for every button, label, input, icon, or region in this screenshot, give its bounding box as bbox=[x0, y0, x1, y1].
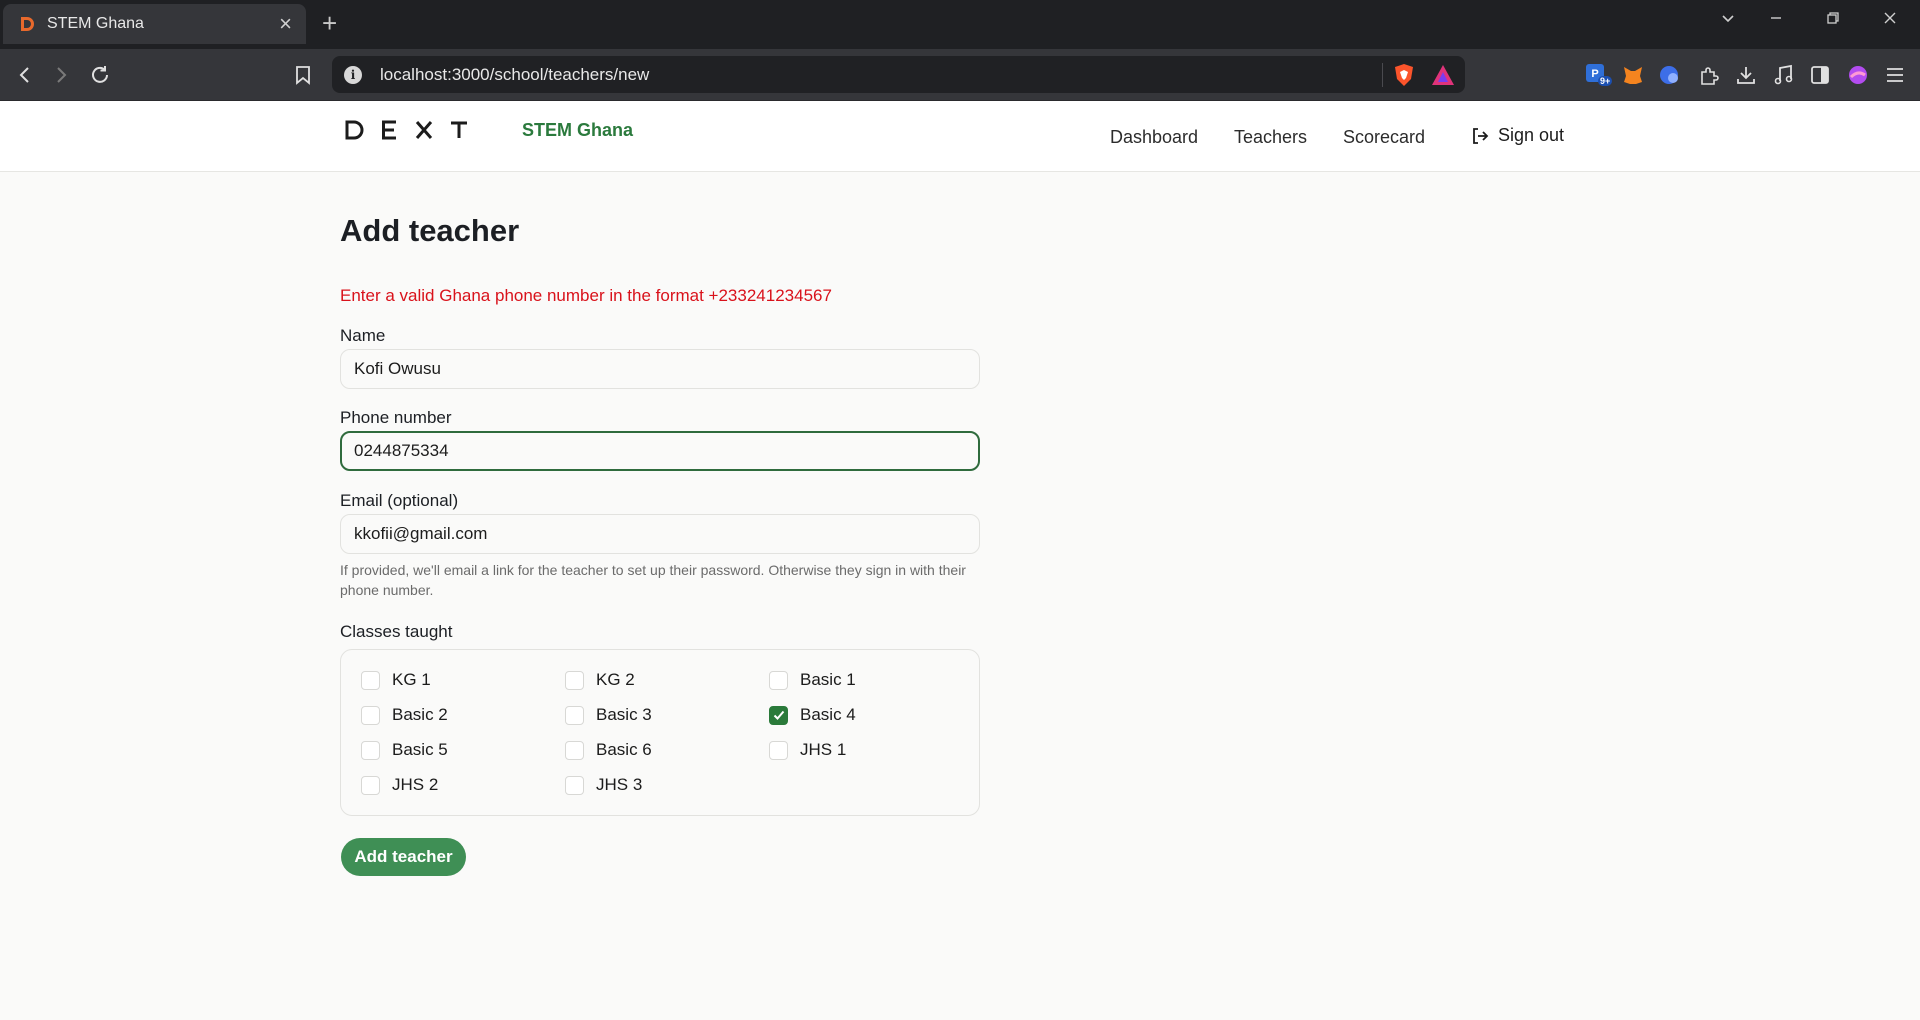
brave-rewards-icon[interactable] bbox=[1431, 64, 1455, 86]
browser-tab-strip: STEM Ghana × + bbox=[0, 0, 1920, 49]
media-controls-icon[interactable] bbox=[1770, 62, 1796, 88]
tab-close-icon[interactable]: × bbox=[279, 13, 292, 35]
sign-out-button[interactable]: Sign out bbox=[1470, 125, 1564, 146]
restore-icon[interactable] bbox=[1825, 10, 1841, 31]
class-label: JHS 1 bbox=[800, 740, 847, 759]
class-option-basic-3[interactable]: Basic 3 bbox=[565, 705, 652, 725]
class-checkbox[interactable] bbox=[565, 740, 584, 760]
brave-shields-icon[interactable] bbox=[1393, 63, 1415, 87]
phone-error-message: Enter a valid Ghana phone number in the … bbox=[340, 286, 832, 305]
class-checkbox[interactable] bbox=[361, 670, 380, 690]
email-input[interactable] bbox=[340, 514, 980, 554]
brand[interactable]: STEM Ghana bbox=[344, 119, 633, 141]
sign-out-label: Sign out bbox=[1498, 125, 1565, 145]
phone-input[interactable] bbox=[340, 431, 980, 471]
tab-title: STEM Ghana bbox=[47, 15, 144, 32]
checkmark-icon bbox=[773, 710, 784, 720]
browser-toolbar: i localhost:3000/school/teachers/new P 9… bbox=[0, 49, 1920, 101]
name-label: Name bbox=[340, 326, 386, 345]
metamask-icon[interactable] bbox=[1620, 62, 1646, 88]
wallet-extension-icon[interactable] bbox=[1657, 62, 1683, 88]
address-bar[interactable]: i localhost:3000/school/teachers/new bbox=[332, 56, 1465, 93]
address-url[interactable]: localhost:3000/school/teachers/new bbox=[380, 65, 1382, 85]
classes-checkbox-group: KG 1 KG 2 Basic 1 Basic 2 Basic 3 Basic … bbox=[340, 649, 980, 816]
email-label: Email (optional) bbox=[340, 491, 459, 510]
class-option-basic-1[interactable]: Basic 1 bbox=[769, 670, 856, 690]
class-option-basic-2[interactable]: Basic 2 bbox=[361, 705, 448, 725]
class-option-jhs-2[interactable]: JHS 2 bbox=[361, 775, 438, 795]
reload-icon[interactable] bbox=[87, 62, 113, 88]
back-icon[interactable] bbox=[12, 62, 38, 88]
class-checkbox[interactable] bbox=[565, 705, 584, 725]
nav-dashboard-link[interactable]: Dashboard bbox=[1110, 127, 1198, 148]
dext-logo bbox=[344, 119, 504, 141]
omnibox-divider bbox=[1382, 62, 1383, 87]
nav-teachers-link[interactable]: Teachers bbox=[1234, 127, 1307, 148]
site-info-icon[interactable]: i bbox=[344, 65, 362, 84]
class-option-basic-4[interactable]: Basic 4 bbox=[769, 705, 856, 725]
class-option-kg-2[interactable]: KG 2 bbox=[565, 670, 635, 690]
class-checkbox[interactable] bbox=[361, 775, 380, 795]
extension-badge-count: 9+ bbox=[1598, 76, 1613, 86]
profile-avatar-icon[interactable] bbox=[1845, 62, 1871, 88]
class-label: Basic 5 bbox=[392, 740, 448, 759]
classes-label: Classes taught bbox=[340, 622, 453, 641]
nav-scorecard-link[interactable]: Scorecard bbox=[1343, 127, 1425, 148]
forward-icon[interactable] bbox=[48, 62, 74, 88]
email-help-text: If provided, we'll email a link for the … bbox=[340, 562, 966, 598]
class-option-basic-6[interactable]: Basic 6 bbox=[565, 740, 652, 760]
new-tab-button[interactable]: + bbox=[322, 10, 337, 36]
bookmark-icon[interactable] bbox=[290, 62, 316, 88]
minimize-icon[interactable] bbox=[1768, 10, 1784, 31]
class-label: Basic 2 bbox=[392, 705, 448, 724]
class-option-kg-1[interactable]: KG 1 bbox=[361, 670, 431, 690]
class-label: Basic 6 bbox=[596, 740, 652, 759]
close-window-icon[interactable] bbox=[1882, 10, 1898, 31]
class-checkbox[interactable] bbox=[361, 740, 380, 760]
class-checkbox[interactable] bbox=[565, 670, 584, 690]
downloads-icon[interactable] bbox=[1733, 62, 1759, 88]
class-label: JHS 2 bbox=[392, 775, 439, 794]
class-checkbox[interactable] bbox=[769, 740, 788, 760]
browser-menu-icon[interactable] bbox=[1882, 62, 1908, 88]
class-checkbox[interactable] bbox=[361, 705, 380, 725]
sidebar-toggle-icon[interactable] bbox=[1807, 62, 1833, 88]
extension-badge-icon[interactable]: P 9+ bbox=[1584, 62, 1613, 88]
phone-label: Phone number bbox=[340, 408, 452, 427]
dext-wordmark-icon bbox=[345, 120, 467, 140]
class-option-jhs-3[interactable]: JHS 3 bbox=[565, 775, 642, 795]
class-label: JHS 3 bbox=[596, 775, 643, 794]
class-checkbox-checked[interactable] bbox=[769, 705, 788, 725]
class-checkbox[interactable] bbox=[769, 670, 788, 690]
add-teacher-button[interactable]: Add teacher bbox=[341, 838, 466, 876]
class-label: Basic 1 bbox=[800, 670, 856, 689]
browser-tab[interactable]: STEM Ghana × bbox=[3, 4, 306, 44]
site-favicon-icon bbox=[17, 14, 37, 34]
name-input[interactable] bbox=[340, 349, 980, 389]
class-option-basic-5[interactable]: Basic 5 bbox=[361, 740, 448, 760]
class-checkbox[interactable] bbox=[565, 775, 584, 795]
class-label: Basic 4 bbox=[800, 705, 856, 724]
page-title: Add teacher bbox=[340, 213, 520, 248]
tab-search-icon[interactable] bbox=[1720, 10, 1736, 31]
class-label: KG 2 bbox=[596, 670, 635, 689]
class-option-jhs-1[interactable]: JHS 1 bbox=[769, 740, 846, 760]
app-header: STEM Ghana Dashboard Teachers Scorecard … bbox=[0, 101, 1920, 172]
class-label: Basic 3 bbox=[596, 705, 652, 724]
extensions-puzzle-icon[interactable] bbox=[1696, 62, 1722, 88]
class-label: KG 1 bbox=[392, 670, 431, 689]
sign-out-icon bbox=[1470, 126, 1490, 146]
brand-name: STEM Ghana bbox=[522, 119, 634, 140]
